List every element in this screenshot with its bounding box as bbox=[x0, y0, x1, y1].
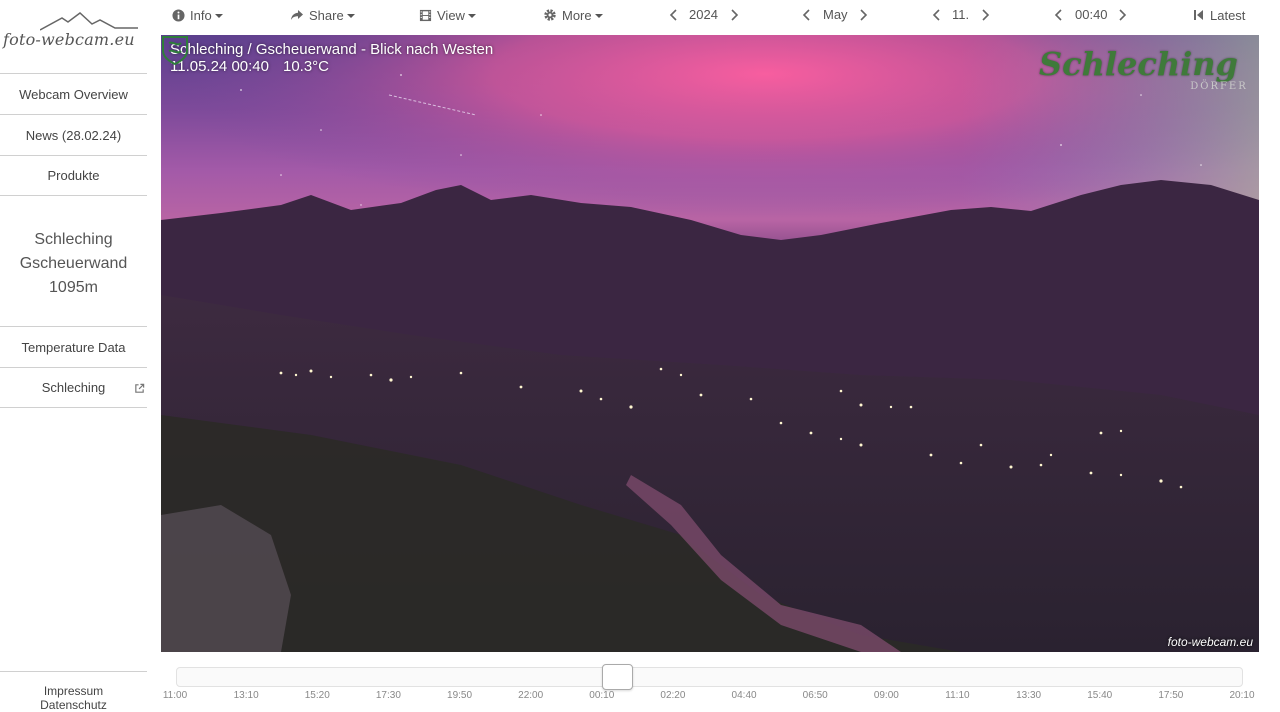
share-dropdown-button[interactable]: Share bbox=[290, 0, 355, 30]
caret-down-icon bbox=[346, 14, 355, 18]
brand-subtitle: DÖRFER bbox=[1190, 81, 1248, 92]
schleching-brand-logo: Schleching bbox=[1039, 45, 1238, 83]
site-logo[interactable]: foto-webcam.eu bbox=[0, 0, 147, 73]
caret-down-icon bbox=[214, 14, 223, 18]
caret-down-icon bbox=[594, 14, 603, 18]
timeline-ticks: 11:00 13:10 15:20 17:30 19:50 22:00 00:10 02:20… bbox=[161, 690, 1267, 704]
latest-button[interactable]: Latest bbox=[1193, 0, 1245, 30]
timeline-tick-label: 00:10 bbox=[589, 690, 615, 701]
sidebar-footer: Impressum Datenschutz bbox=[0, 671, 147, 712]
timeline-tick-label: 15:40 bbox=[1087, 690, 1113, 701]
timeline-tick-label: 04:40 bbox=[731, 690, 757, 701]
time-next-chevron-icon[interactable] bbox=[1115, 8, 1129, 22]
more-dropdown-button[interactable]: More bbox=[543, 0, 603, 30]
timeline-slider-handle[interactable] bbox=[602, 664, 633, 690]
gear-icon bbox=[544, 9, 556, 21]
view-dropdown-button[interactable]: View bbox=[419, 0, 476, 30]
webcam-temperature: 10.3°C bbox=[282, 58, 330, 75]
skip-to-end-icon bbox=[1194, 10, 1203, 20]
year-next-chevron-icon[interactable] bbox=[727, 8, 741, 22]
sidebar-item-produkte[interactable]: Produkte bbox=[0, 155, 147, 196]
timeline-tick-label: 02:20 bbox=[660, 690, 686, 701]
station-name: Schleching Gscheuerwand 1095m bbox=[0, 228, 147, 300]
time-value: 00:40 bbox=[1075, 7, 1108, 22]
view-label: View bbox=[437, 7, 465, 23]
station-line-2: Gscheuerwand bbox=[19, 255, 128, 272]
sidebar-item-label: Temperature Data bbox=[21, 339, 126, 355]
station-line-1: Schleching bbox=[34, 231, 113, 248]
sidebar-item-news[interactable]: News (28.02.24) bbox=[0, 114, 147, 155]
mountain-logo-icon bbox=[40, 12, 138, 31]
timeline-tick-label: 17:30 bbox=[375, 690, 401, 701]
sidebar: foto-webcam.eu Webcam Overview News (28.… bbox=[0, 0, 147, 712]
film-icon bbox=[419, 9, 432, 21]
month-next-chevron-icon[interactable] bbox=[856, 8, 870, 22]
latest-label: Latest bbox=[1210, 7, 1246, 23]
timeline-tick-label: 13:10 bbox=[233, 690, 259, 701]
top-toolbar: Info Share View More 2024 May 11. 00:40 … bbox=[161, 0, 1280, 32]
timeline-tick-label: 15:20 bbox=[304, 690, 330, 701]
webcam-title: Schleching / Gscheuerwand - Blick nach W… bbox=[170, 41, 494, 58]
sidebar-item-label: Produkte bbox=[47, 168, 100, 183]
share-icon bbox=[291, 9, 303, 20]
month-value: May bbox=[823, 7, 848, 22]
sidebar-item-label: News (28.02.24) bbox=[25, 127, 122, 143]
sidebar-item-label: Schleching bbox=[41, 380, 106, 395]
year-prev-chevron-icon[interactable] bbox=[667, 8, 681, 22]
crest-icon bbox=[162, 36, 188, 65]
timeline-tick-label: 20:10 bbox=[1229, 690, 1255, 701]
webcam-image[interactable]: Schleching / Gscheuerwand - Blick nach W… bbox=[161, 35, 1259, 652]
share-label: Share bbox=[309, 7, 344, 23]
watermark: foto-webcam.eu bbox=[1167, 635, 1253, 649]
timeline-tick-label: 17:50 bbox=[1158, 690, 1184, 701]
timeline-tick-label: 19:50 bbox=[447, 690, 473, 701]
timeline-tick-label: 11:10 bbox=[945, 690, 970, 701]
impressum-link[interactable]: Impressum bbox=[0, 684, 147, 698]
month-prev-chevron-icon[interactable] bbox=[800, 8, 814, 22]
day-prev-chevron-icon[interactable] bbox=[930, 8, 944, 22]
external-link-icon bbox=[135, 383, 145, 393]
timeline-tick-label: 09:00 bbox=[873, 690, 899, 701]
caret-down-icon bbox=[467, 14, 476, 18]
timeline-tick-label: 22:00 bbox=[518, 690, 544, 701]
sidebar-item-schleching[interactable]: Schleching bbox=[0, 367, 147, 408]
info-label: Info bbox=[190, 7, 212, 23]
webcam-caption: 11.05.24 00:40 10.3°C bbox=[170, 58, 343, 75]
sidebar-item-webcam-overview[interactable]: Webcam Overview bbox=[0, 73, 147, 114]
webcam-scene bbox=[161, 35, 1259, 652]
day-value: 11. bbox=[952, 7, 970, 22]
year-value: 2024 bbox=[689, 7, 718, 22]
timeline-slider[interactable] bbox=[176, 664, 1243, 690]
sidebar-item-temperature-data[interactable]: Temperature Data bbox=[0, 326, 147, 367]
time-prev-chevron-icon[interactable] bbox=[1052, 8, 1066, 22]
info-dropdown-button[interactable]: Info bbox=[172, 0, 223, 30]
sidebar-item-label: Webcam Overview bbox=[19, 86, 128, 102]
logo-text: foto-webcam.eu bbox=[3, 30, 135, 49]
more-label: More bbox=[562, 7, 592, 23]
day-next-chevron-icon[interactable] bbox=[978, 8, 992, 22]
info-icon bbox=[172, 8, 185, 22]
timeline-tick-label: 06:50 bbox=[802, 690, 828, 701]
timeline-tick-label: 13:30 bbox=[1016, 690, 1042, 701]
station-altitude: 1095m bbox=[49, 279, 98, 296]
timeline-tick-label: 11:00 bbox=[162, 690, 188, 701]
